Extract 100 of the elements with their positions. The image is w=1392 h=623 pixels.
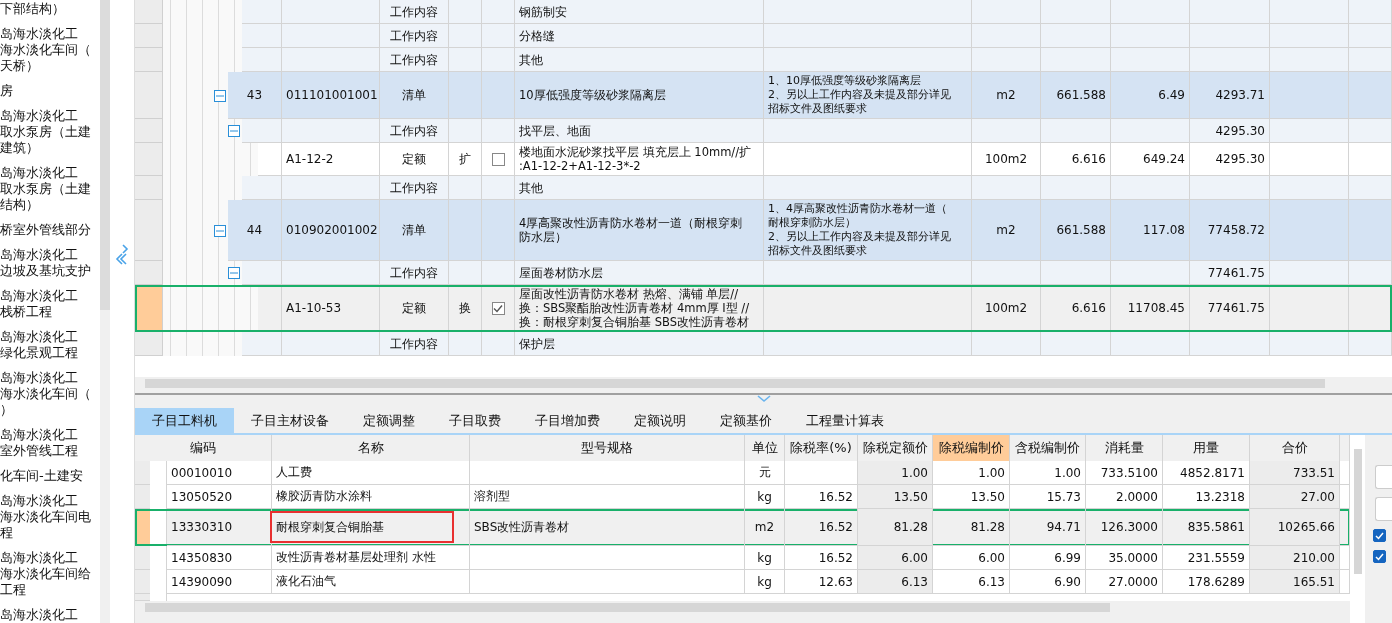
sidebar-item-text[interactable]: 建筑） (0, 140, 100, 156)
sidebar-item-text[interactable]: 海水淡化车间给 (0, 566, 100, 582)
table-row[interactable]: 工作内容 分格缝 (135, 24, 1392, 48)
table-row[interactable]: 43 011101001001 清单 10厚低强度等级砂浆隔离层 1、10厚低强度等级砂浆隔离层 2、另以上工作内容及未提及部分详见 招标文件及图纸要求 m2 661.588 6.49 4293.71 (135, 72, 1392, 119)
panel-button[interactable] (1375, 465, 1392, 489)
row-header[interactable] (135, 200, 163, 261)
sidebar-item-text[interactable]: 海水淡化车间（ (0, 386, 100, 402)
tab[interactable]: 定额基价 (703, 408, 789, 433)
sidebar-item-text[interactable]: 绿化景观工程 (0, 345, 100, 361)
sidebar-item-text[interactable]: 边坡及基坑支护 (0, 263, 100, 279)
row-header[interactable] (135, 0, 163, 24)
sidebar-item-text[interactable]: 下部结构） (0, 1, 100, 17)
row-header[interactable] (135, 176, 163, 200)
row-header[interactable] (135, 546, 150, 570)
sidebar-item-text[interactable]: 岛海水淡化工 (0, 288, 100, 304)
table-row[interactable]: 工作内容 其他 (135, 176, 1392, 200)
row-header[interactable] (135, 24, 163, 48)
sidebar-item-text[interactable]: 岛海水淡化工 (0, 607, 100, 623)
sidebar-item-text[interactable]: 桥室外管线部分 (0, 222, 100, 238)
table-row[interactable]: 工作内容 保护层 (135, 332, 1392, 356)
sidebar-item-text[interactable]: 岛海水淡化工 (0, 550, 100, 566)
panel-button[interactable] (1375, 497, 1392, 521)
row-header[interactable] (135, 72, 163, 119)
cell-text-line: 招标文件及图纸要求 (768, 102, 868, 116)
row-header[interactable] (135, 119, 163, 143)
sidebar-item-text[interactable]: 岛海水淡化工 (0, 165, 100, 181)
sidebar-item-text[interactable]: 栈桥工程 (0, 304, 100, 320)
sidebar-item-text[interactable]: 岛海水淡化工 (0, 26, 100, 42)
table-cell: 27.0000 (1108, 574, 1158, 589)
sidebar-item-text[interactable]: 室外管线工程 (0, 443, 100, 459)
table-row[interactable]: A1-12-2 定额 扩 楼地面水泥砂浆找平层 填充层上 10mm//扩 :A1-12-2+A1-12-3*-2 100m2 6.616 649.24 4295.30 (135, 143, 1392, 176)
tab[interactable]: 子目主材设备 (234, 408, 346, 433)
table-row[interactable]: 13050520 橡胶沥青防水涂料 溶剂型 kg 16.52 13.50 13.50 15.73 2.0000 13.2318 27.00 (135, 485, 1350, 509)
sidebar-item-text[interactable]: 岛海水淡化工 (0, 329, 100, 345)
scrollbar-thumb[interactable] (145, 603, 1110, 612)
table-row[interactable]: 13330310 耐根穿刺复合铜胎基 SBS改性沥青卷材 m2 16.52 81.28 81.28 94.71 126.3000 835.5861 10265.66 (135, 509, 1350, 546)
sidebar-item-text[interactable]: 岛海水淡化工 (0, 370, 100, 386)
row-header[interactable] (135, 509, 150, 546)
row-header[interactable] (135, 461, 150, 485)
table-cell: 6.49 (1158, 88, 1185, 102)
table-row[interactable]: 14350830 改性沥青卷材基层处理剂 水性 kg 16.52 6.00 6.00 6.99 35.0000 231.5559 210.00 (135, 546, 1350, 570)
sidebar-item-text[interactable]: 天桥） (0, 58, 100, 74)
collapse-icon[interactable] (214, 89, 226, 102)
sidebar-item-text[interactable]: ） (0, 402, 100, 418)
table-cell: 14390090 (171, 574, 233, 589)
sidebar-item-text[interactable]: 取水泵房（土建 (0, 124, 100, 140)
collapse-icon[interactable] (228, 125, 240, 137)
row-header[interactable] (135, 285, 163, 332)
checkbox[interactable] (491, 152, 505, 166)
table-row[interactable]: 工作内容 其他 (135, 48, 1392, 72)
table-cell: 16.52 (818, 489, 853, 504)
sidebar-item-text[interactable]: 岛海水淡化工 (0, 493, 100, 509)
tab[interactable]: 定额说明 (617, 408, 703, 433)
sidebar-item-text[interactable]: 程 (0, 525, 100, 541)
table-cell: kg (757, 574, 772, 589)
tab[interactable]: 子目增加费 (518, 408, 617, 433)
scrollbar-thumb[interactable] (100, 0, 110, 310)
sidebar-item-text[interactable]: 工程 (0, 582, 100, 598)
checkbox[interactable] (1373, 550, 1386, 563)
row-header[interactable] (135, 485, 150, 509)
sidebar-item-text[interactable]: 化车间-土建安 (0, 468, 100, 484)
scrollbar-thumb[interactable] (1353, 449, 1362, 574)
sidebar-item-text[interactable]: 海水淡化车间电 (0, 509, 100, 525)
row-header[interactable] (135, 570, 150, 594)
table-row[interactable] (135, 594, 1350, 601)
column-header[interactable]: 除税编制价 (933, 435, 1010, 461)
sidebar-item-text[interactable]: 结构） (0, 197, 100, 213)
sidebar-item-text[interactable]: 海水淡化车间（ (0, 42, 100, 58)
table-row[interactable]: A1-10-53 定额 换 屋面改性沥青防水卷材 热熔、满铺 单层// 换：SBS聚酯胎改性沥青卷材 4mm厚 I型 // 换：耐根穿刺复合铜胎基 SBS改性沥青卷材 100m2 6.616 11708.45 77461.75 (135, 285, 1392, 332)
chevron-down-icon[interactable] (756, 395, 771, 403)
table-cell: 1.00 (978, 465, 1005, 480)
checkbox[interactable] (1373, 529, 1386, 542)
sidebar-item-text[interactable]: 岛海水淡化工 (0, 247, 100, 263)
table-row[interactable]: 00010010 人工费 元 1.00 1.00 1.00 733.5100 4852.8171 733.51 (135, 461, 1350, 485)
table-row[interactable]: 工作内容 屋面卷材防水层 77461.75 (135, 261, 1392, 285)
collapse-icon[interactable] (214, 224, 226, 237)
checkbox[interactable] (491, 301, 505, 315)
tab[interactable]: 工程量计算表 (789, 408, 901, 433)
table-row[interactable]: 14390090 液化石油气 kg 12.63 6.13 6.13 6.90 27.0000 178.6289 165.51 (135, 570, 1350, 594)
table-cell: 6.00 (901, 550, 928, 565)
tab[interactable]: 子目工料机 (135, 408, 234, 433)
tab[interactable]: 定额调整 (346, 408, 432, 433)
scrollbar-thumb[interactable] (145, 379, 1325, 388)
collapse-icon[interactable] (228, 267, 240, 279)
row-header[interactable] (135, 594, 150, 601)
sidebar-item-text[interactable]: 房 (0, 83, 100, 99)
table-cell: 工作内容 (390, 336, 438, 351)
table-row[interactable]: 工作内容 找平层、地面 4295.30 (135, 119, 1392, 143)
table-row[interactable]: 44 010902001002 清单 4厚高聚改性沥青防水卷材一道（耐根穿刺 防水层） 1、4厚高聚改性沥青防水卷材一道（ 耐根穿刺防水层） 2、另以上工作内容及未提及部分详见 招标文件及图纸要求 m2 661.588 117.08 77458.72 (135, 200, 1392, 261)
row-header[interactable] (135, 332, 163, 356)
tab[interactable]: 子目取费 (432, 408, 518, 433)
sidebar-item-text[interactable]: 取水泵房（土建 (0, 181, 100, 197)
sidebar-item-text[interactable]: 岛海水淡化工 (0, 427, 100, 443)
row-header[interactable] (135, 143, 163, 176)
cell-text-line: 4厚高聚改性沥青防水卷材一道（耐根穿刺 (519, 216, 743, 230)
cell-text-line: 分格缝 (519, 28, 555, 43)
sidebar-item-text[interactable]: 岛海水淡化工 (0, 108, 100, 124)
row-header[interactable] (135, 48, 163, 72)
row-header[interactable] (135, 261, 163, 285)
table-row[interactable]: 工作内容 钢筋制安 (135, 0, 1392, 24)
